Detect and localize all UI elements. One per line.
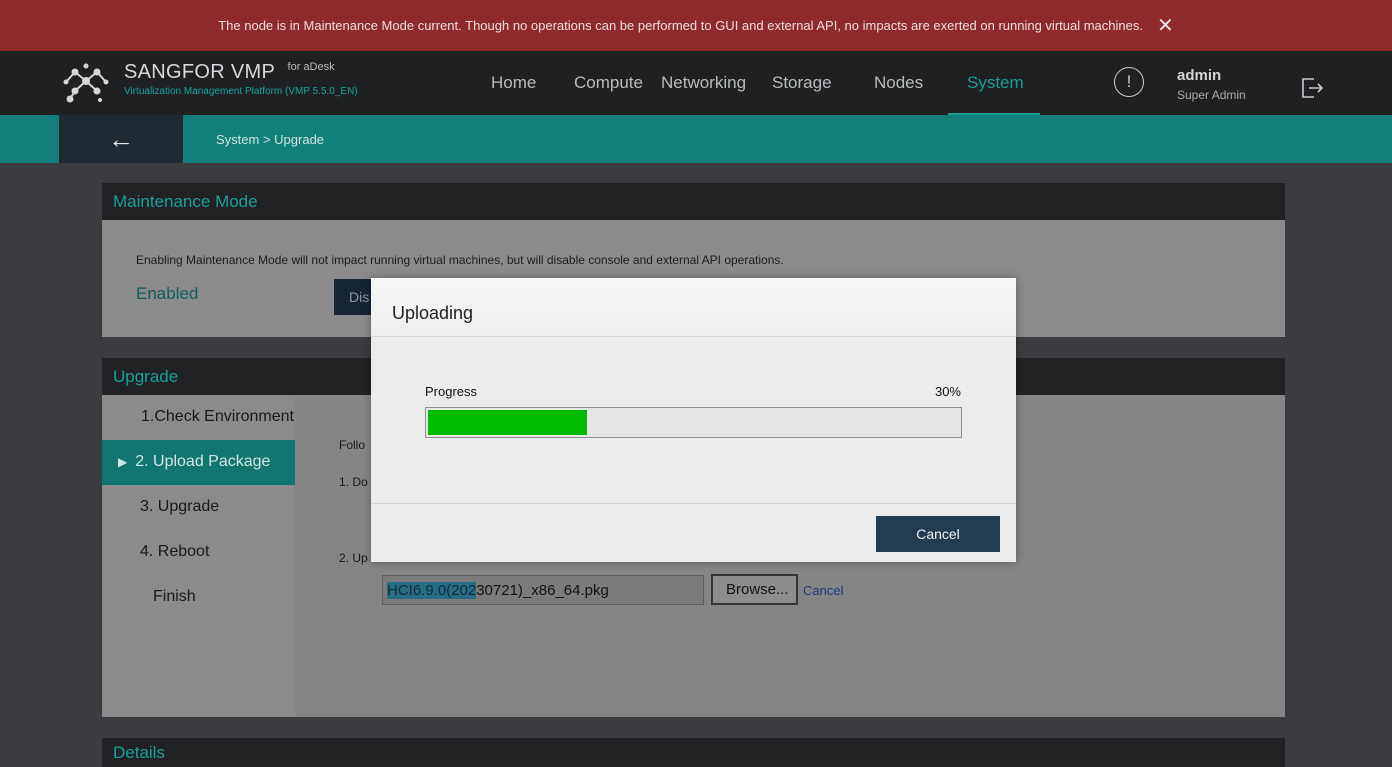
maintenance-title: Maintenance Mode [113, 191, 258, 211]
step-upgrade[interactable]: 3. Upgrade [140, 498, 219, 516]
maintenance-status: Enabled [136, 284, 199, 303]
nav-storage[interactable]: Storage [772, 73, 832, 93]
upgrade-title: Upgrade [113, 366, 179, 386]
package-file-input[interactable]: HCI6.9.0(20230721)_x86_64.pkg [382, 575, 704, 605]
file-name-rest: 30721)_x86_64.pkg [476, 582, 609, 599]
top-navbar: SANGFOR VMP for aDesk Virtualization Man… [0, 51, 1392, 115]
progress-bar-fill [428, 410, 588, 435]
dialog-footer: Cancel [371, 503, 1016, 562]
user-name: admin [1177, 67, 1222, 84]
nav-compute[interactable]: Compute [574, 73, 643, 93]
browse-button[interactable]: Browse... [711, 574, 798, 605]
upgrade-steps: 1.Check Environment ▶ 2. Upload Package 3… [102, 395, 295, 717]
progress-percent: 30% [934, 384, 961, 399]
step-label: 2. Upload Package [135, 453, 271, 470]
step-finish[interactable]: Finish [153, 588, 196, 606]
step-check-environment[interactable]: 1.Check Environment [141, 408, 294, 426]
maintenance-panel-header: Maintenance Mode [102, 183, 1285, 220]
back-arrow-icon[interactable]: ← [59, 115, 183, 163]
breadcrumb-bar: ← System > Upgrade [0, 115, 1392, 163]
step-reboot[interactable]: 4. Reboot [140, 543, 209, 561]
intro-text: Follo [339, 438, 366, 452]
details-panel-header: Details [102, 738, 1285, 767]
nav-home[interactable]: Home [491, 73, 536, 93]
progress-label: Progress [425, 384, 478, 399]
progress-bar [425, 407, 962, 438]
step1-text: 1. Do [339, 475, 368, 489]
logout-icon[interactable] [1300, 77, 1324, 99]
step-upload-package[interactable]: ▶ 2. Upload Package [102, 440, 295, 485]
details-title: Details [113, 742, 165, 762]
dialog-title: Uploading [392, 303, 474, 323]
user-role: Super Admin [1177, 88, 1246, 102]
maintenance-alert-banner: The node is in Maintenance Mode current.… [0, 0, 1392, 51]
file-name-selected: HCI6.9.0(202 [387, 582, 477, 599]
alert-message: The node is in Maintenance Mode current.… [218, 18, 1143, 33]
step2-text: 2. Up [339, 551, 368, 565]
play-arrow-icon: ▶ [118, 455, 128, 469]
alert-icon[interactable]: ! [1114, 67, 1144, 97]
nav-networking[interactable]: Networking [661, 73, 746, 93]
user-menu[interactable]: admin Super Admin [1177, 67, 1246, 102]
nav-system[interactable]: System [967, 73, 1024, 93]
dialog-header: Uploading [371, 278, 1016, 337]
uploading-dialog: Uploading Progress 30% Cancel [371, 278, 1016, 562]
nav-nodes[interactable]: Nodes [874, 73, 923, 93]
cancel-button[interactable]: Cancel [876, 516, 1000, 552]
breadcrumb: System > Upgrade [216, 132, 325, 147]
close-icon[interactable]: ✕ [1157, 13, 1174, 38]
maintenance-description: Enabling Maintenance Mode will not impac… [136, 253, 784, 267]
cancel-upload-link[interactable]: Cancel [803, 583, 843, 598]
